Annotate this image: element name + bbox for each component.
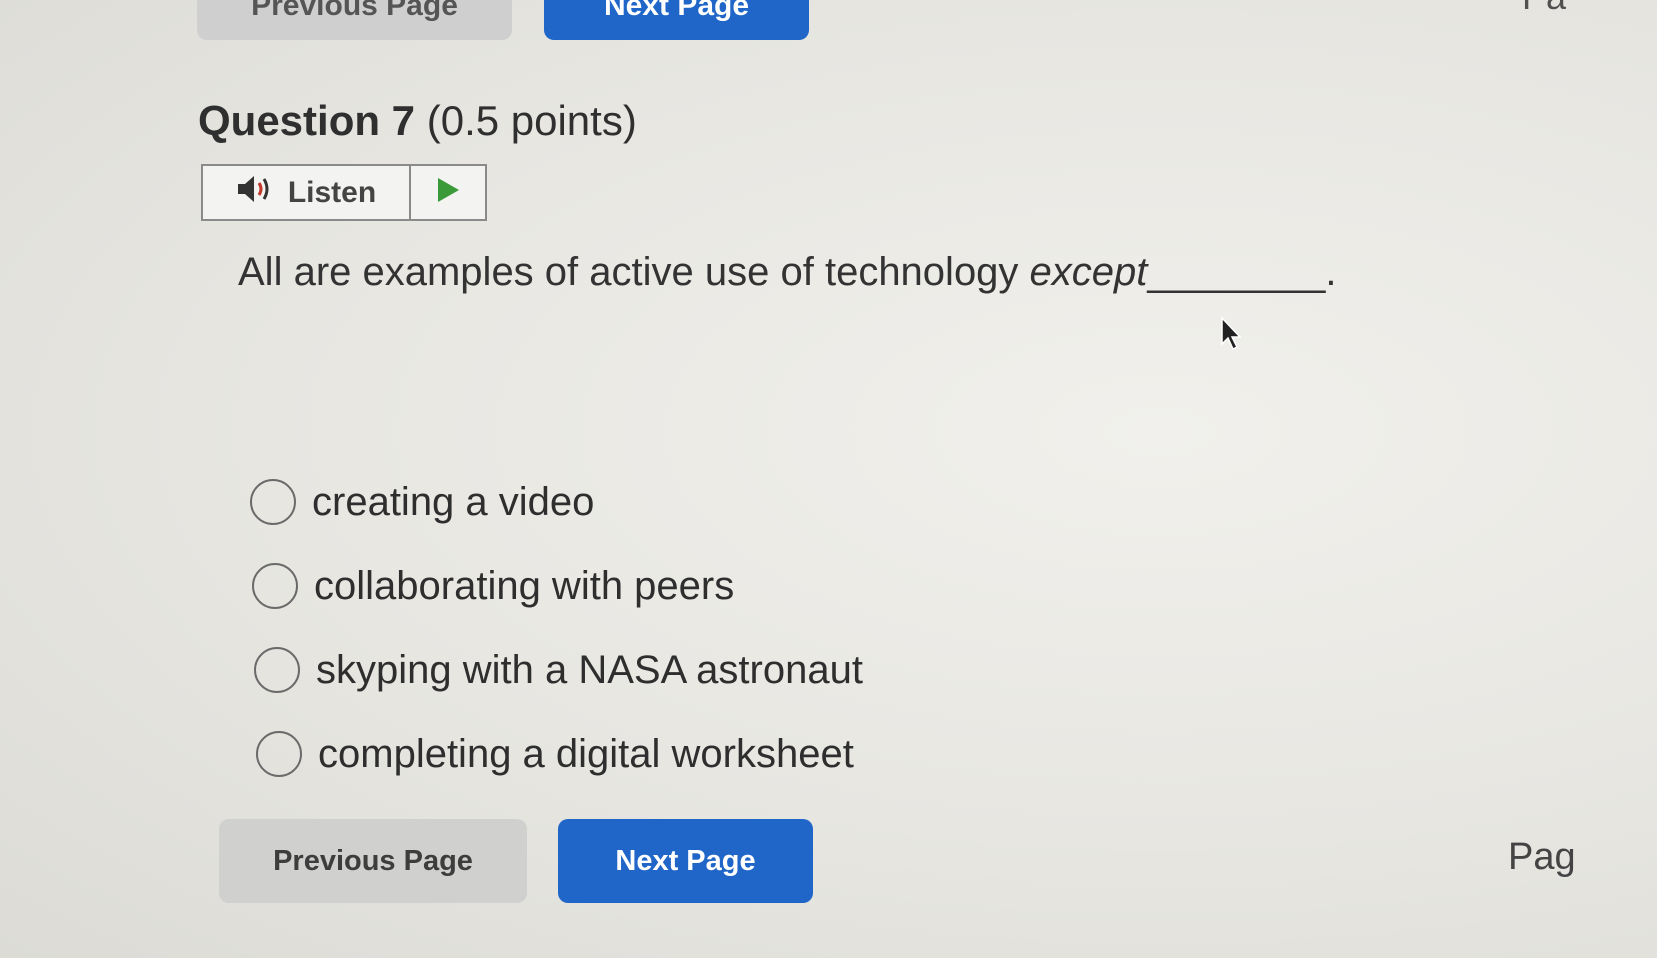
listen-button[interactable]: Listen: [203, 166, 411, 219]
radio-button[interactable]: [256, 731, 302, 777]
question-prompt: All are examples of active use of techno…: [238, 250, 1337, 295]
listen-widget: Listen: [201, 164, 487, 221]
prompt-emphasis: except: [1029, 250, 1148, 294]
top-next-page-label: Next Page: [603, 0, 750, 22]
answer-option[interactable]: skyping with a NASA astronaut: [254, 628, 863, 712]
speaker-icon: [236, 173, 276, 213]
top-previous-page-label: Previous Page: [251, 0, 458, 22]
answer-option[interactable]: completing a digital worksheet: [256, 712, 863, 796]
next-page-label: Next Page: [615, 844, 756, 877]
top-page-indicator-fragment: Pa: [1522, 0, 1566, 18]
listen-label: Listen: [287, 175, 377, 209]
previous-page-label: Previous Page: [273, 844, 473, 877]
answer-option-label: completing a digital worksheet: [318, 731, 854, 776]
play-icon: [435, 176, 461, 209]
radio-button[interactable]: [254, 647, 300, 693]
question-points: (0.5 points): [426, 97, 637, 144]
answer-option-label: collaborating with peers: [314, 563, 735, 608]
answer-option[interactable]: creating a video: [250, 460, 863, 544]
question-heading: Question 7 (0.5 points): [198, 97, 637, 145]
answer-option[interactable]: collaborating with peers: [252, 544, 863, 628]
prompt-blank: ________.: [1147, 250, 1337, 294]
answer-options: creating a video collaborating with peer…: [250, 460, 863, 796]
top-previous-page-button[interactable]: Previous Page: [197, 0, 512, 40]
radio-button[interactable]: [252, 563, 298, 609]
next-page-button[interactable]: Next Page: [558, 819, 813, 903]
radio-button[interactable]: [250, 479, 296, 525]
play-button[interactable]: [411, 166, 485, 219]
question-title: Question 7: [198, 97, 416, 144]
page-indicator-fragment: Pag: [1508, 836, 1576, 878]
prompt-main-text: All are examples of active use of techno…: [238, 250, 1030, 294]
answer-option-label: skyping with a NASA astronaut: [316, 647, 863, 692]
previous-page-button[interactable]: Previous Page: [219, 819, 527, 903]
answer-option-label: creating a video: [312, 479, 595, 524]
mouse-pointer-icon: [1220, 316, 1244, 352]
top-next-page-button[interactable]: Next Page: [544, 0, 809, 40]
